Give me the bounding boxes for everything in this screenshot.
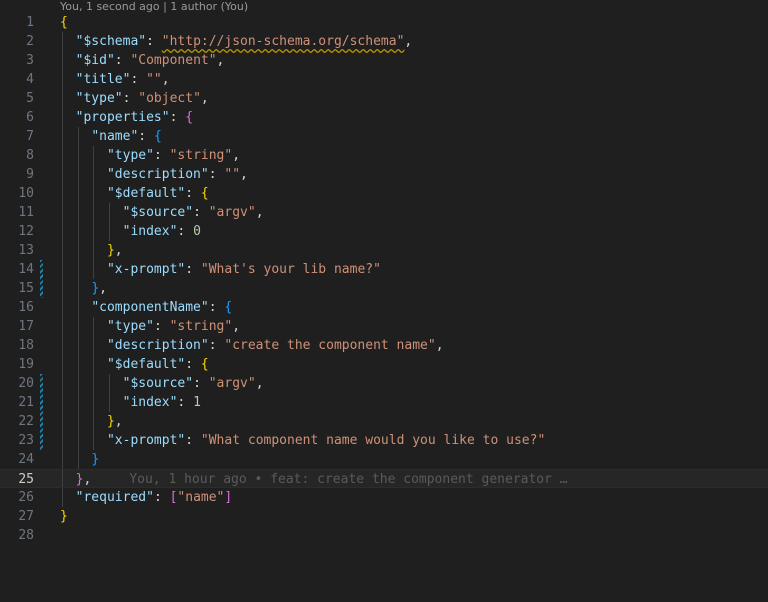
json-key: "index" — [122, 395, 178, 410]
code-line[interactable]: 2 "$schema": "http://json-schema.org/sch… — [0, 32, 768, 51]
json-key: "componentName" — [91, 300, 209, 315]
json-string: "name" — [177, 490, 225, 505]
json-string: "What component name would you like to u… — [200, 433, 546, 448]
json-key: "$default" — [106, 186, 186, 201]
code-line[interactable]: 5 "type": "object", — [0, 89, 768, 108]
code-line[interactable]: 18 "description": "create the component … — [0, 336, 768, 355]
json-key: "x-prompt" — [106, 433, 186, 448]
json-key: "properties" — [75, 110, 170, 125]
json-string: "argv" — [208, 205, 256, 220]
line-number: 4 — [26, 72, 34, 87]
json-string: "string" — [169, 148, 233, 163]
code-line-active[interactable]: 25 }, You, 1 hour ago • feat: create the … — [0, 469, 768, 488]
line-number: 20 — [18, 376, 34, 391]
line-number: 27 — [18, 509, 34, 524]
line-number: 28 — [18, 528, 34, 543]
code-line[interactable]: 6 "properties": { — [0, 108, 768, 127]
json-key: "type" — [75, 91, 123, 106]
code-line[interactable]: 15 }, — [0, 279, 768, 298]
line-number: 1 — [26, 15, 34, 30]
json-key: "name" — [91, 129, 139, 144]
line-number: 18 — [18, 338, 34, 353]
json-number: 0 — [193, 224, 201, 239]
line-number: 22 — [18, 414, 34, 429]
line-number: 8 — [26, 148, 34, 163]
line-number: 25 — [18, 472, 34, 487]
json-string: "" — [224, 167, 241, 182]
line-number: 24 — [18, 452, 34, 467]
code-line[interactable]: 22 }, — [0, 412, 768, 431]
json-key: "$schema" — [75, 34, 147, 49]
json-string: "create the component name" — [224, 338, 436, 353]
json-key: "description" — [106, 167, 209, 182]
code-line[interactable]: 28 — [0, 526, 768, 545]
code-line[interactable]: 21 "index": 1 — [0, 393, 768, 412]
inline-blame-annotation[interactable]: You, 1 hour ago • feat: create the compo… — [129, 472, 567, 487]
line-number: 6 — [26, 110, 34, 125]
json-key: "$id" — [75, 53, 115, 68]
code-line[interactable]: 11 "$source": "argv", — [0, 203, 768, 222]
line-number: 3 — [26, 53, 34, 68]
code-line[interactable]: 17 "type": "string", — [0, 317, 768, 336]
json-key: "index" — [122, 224, 178, 239]
code-line[interactable]: 23 "x-prompt": "What component name woul… — [0, 431, 768, 450]
code-line[interactable]: 13 }, — [0, 241, 768, 260]
code-line[interactable]: 20 "$source": "argv", — [0, 374, 768, 393]
line-number: 14 — [18, 262, 34, 277]
code-line[interactable]: 24 } — [0, 450, 768, 469]
line-number: 26 — [18, 490, 34, 505]
json-string: "" — [146, 72, 162, 87]
code-line[interactable]: 9 "description": "", — [0, 165, 768, 184]
json-string: "What's your lib name?" — [200, 262, 381, 277]
code-line[interactable]: 14 "x-prompt": "What's your lib name?" — [0, 260, 768, 279]
line-number: 7 — [26, 129, 34, 144]
json-key: "type" — [106, 319, 154, 334]
json-key: "type" — [106, 148, 154, 163]
line-number: 17 — [18, 319, 34, 334]
line-number: 16 — [18, 300, 34, 315]
json-key: "$source" — [122, 376, 194, 391]
line-number: 15 — [18, 281, 34, 296]
code-line[interactable]: 8 "type": "string", — [0, 146, 768, 165]
line-number: 10 — [18, 186, 34, 201]
json-key: "title" — [75, 72, 131, 87]
line-number: 13 — [18, 243, 34, 258]
json-key: "$default" — [106, 357, 186, 372]
code-line[interactable]: 1 { — [0, 13, 768, 32]
line-number: 23 — [18, 433, 34, 448]
code-line[interactable]: 3 "$id": "Component", — [0, 51, 768, 70]
code-line[interactable]: 16 "componentName": { — [0, 298, 768, 317]
json-string: "Component" — [130, 53, 217, 68]
line-number: 12 — [18, 224, 34, 239]
code-line[interactable]: 12 "index": 0 — [0, 222, 768, 241]
code-line[interactable]: 4 "title": "", — [0, 70, 768, 89]
code-line[interactable]: 19 "$default": { — [0, 355, 768, 374]
line-number: 2 — [26, 34, 34, 49]
line-number: 11 — [18, 205, 34, 220]
json-string: "object" — [138, 91, 201, 106]
line-number: 5 — [26, 91, 34, 106]
schema-url-link[interactable]: "http://json-schema.org/schema" — [162, 34, 405, 49]
json-string: "argv" — [208, 376, 256, 391]
line-number: 19 — [18, 357, 34, 372]
json-number: 1 — [193, 395, 201, 410]
json-key: "required" — [75, 490, 154, 505]
code-line[interactable]: 27 } — [0, 507, 768, 526]
code-line[interactable]: 26 "required": ["name"] — [0, 488, 768, 507]
code-line[interactable]: 10 "$default": { — [0, 184, 768, 203]
codelens-blame[interactable]: You, 1 second ago | 1 author (You) — [60, 0, 248, 13]
json-key: "description" — [106, 338, 209, 353]
json-string: "string" — [169, 319, 233, 334]
code-editor[interactable]: 1 { 2 "$schema": "http://json-schema.org… — [0, 13, 768, 545]
json-key: "$source" — [122, 205, 194, 220]
code-line[interactable]: 7 "name": { — [0, 127, 768, 146]
json-key: "x-prompt" — [106, 262, 186, 277]
line-number: 21 — [18, 395, 34, 410]
line-number: 9 — [26, 167, 34, 182]
